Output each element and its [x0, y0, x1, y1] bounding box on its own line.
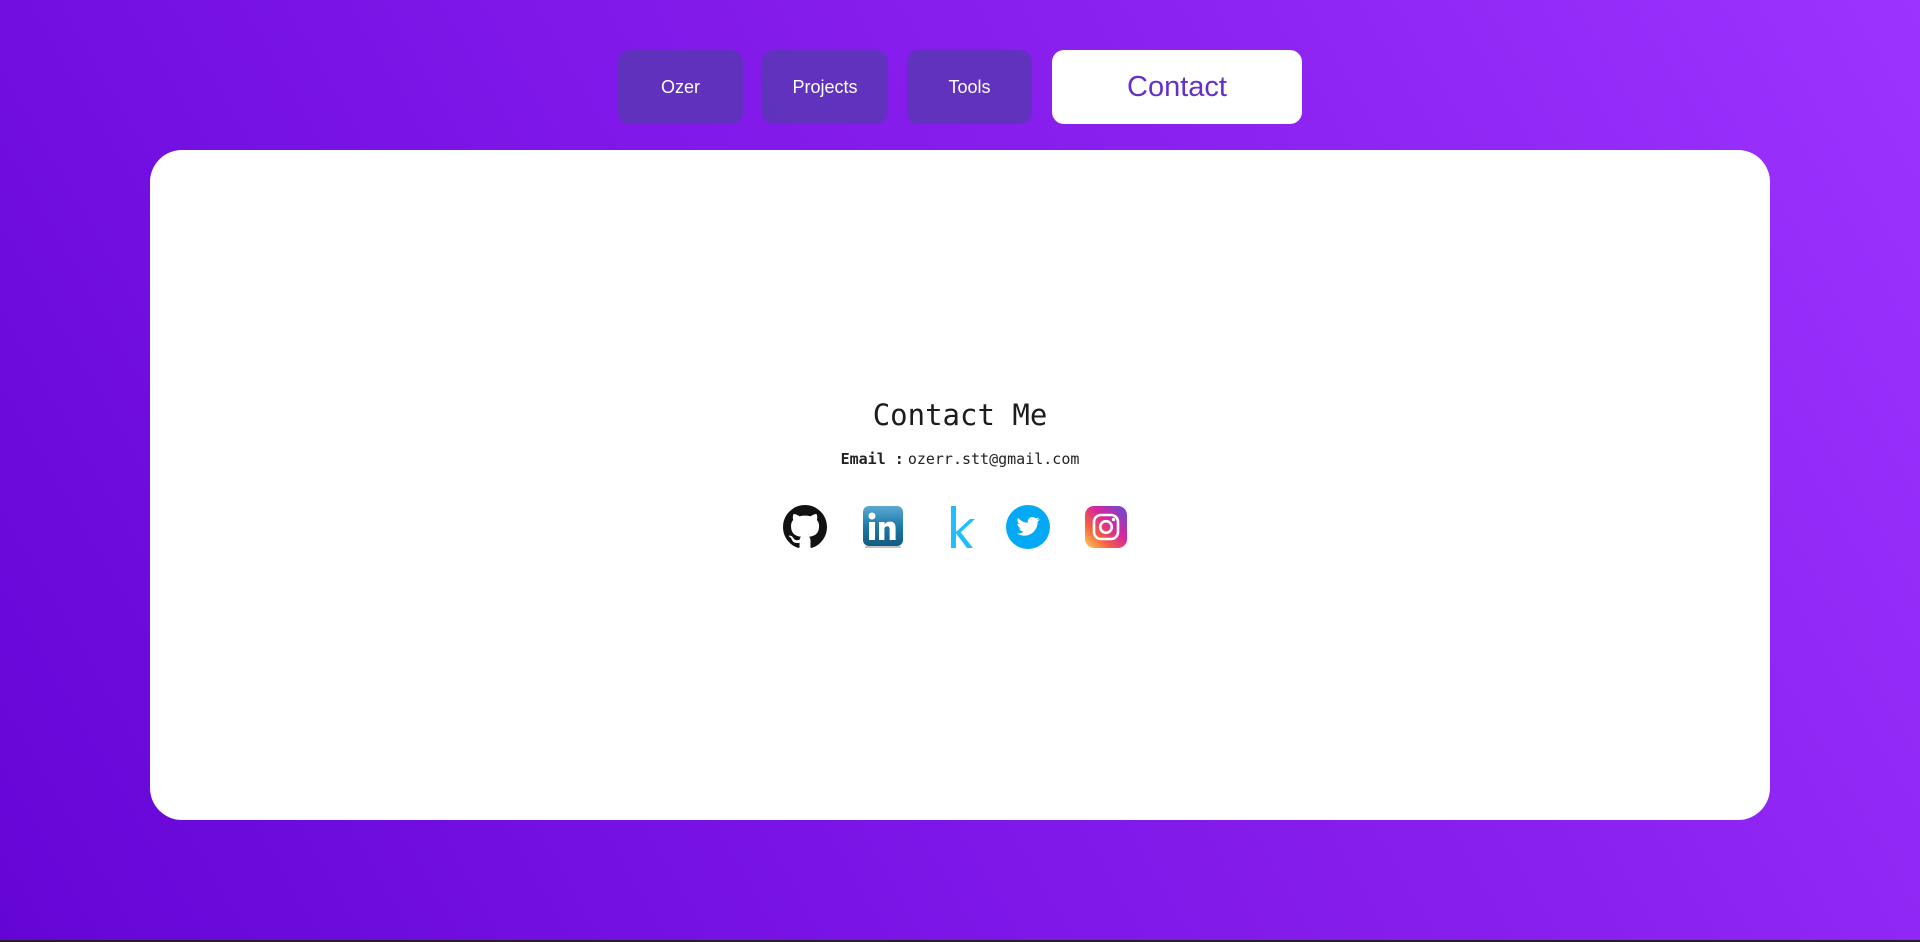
instagram-icon[interactable] [1084, 504, 1128, 550]
nav-button-projects[interactable]: Projects [762, 50, 888, 124]
nav-button-ozer[interactable]: Ozer [618, 50, 743, 124]
email-label: Email : [840, 450, 904, 468]
email-line: Email : ozerr.stt@gmail.com [150, 450, 1770, 468]
nav-button-contact[interactable]: Contact [1052, 50, 1302, 124]
linkedin-icon[interactable] [861, 504, 905, 550]
github-icon[interactable] [783, 504, 827, 550]
nav-button-tools[interactable]: Tools [907, 50, 1032, 124]
contact-card: Contact Me Email : ozerr.stt@gmail.com [150, 150, 1770, 820]
social-links [150, 504, 1770, 550]
contact-title: Contact Me [872, 398, 1048, 432]
kaggle-icon[interactable] [939, 504, 983, 550]
top-navigation: Ozer Projects Tools Contact [0, 50, 1920, 125]
email-link[interactable]: ozerr.stt@gmail.com [908, 450, 1080, 468]
twitter-icon[interactable] [1006, 504, 1050, 550]
